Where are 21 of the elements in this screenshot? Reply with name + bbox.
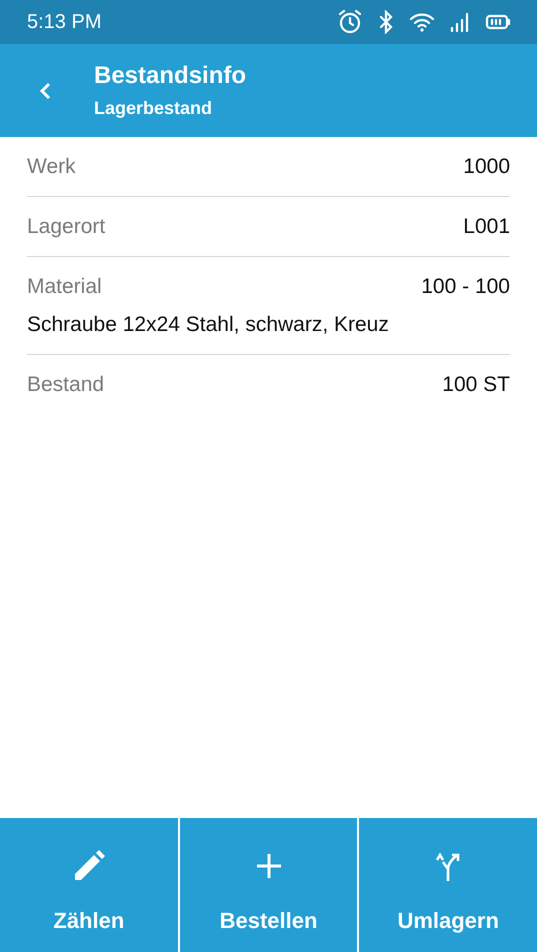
battery-icon xyxy=(485,13,511,31)
field-value: 100 - 100 xyxy=(421,275,510,299)
screen-title: Bestandsinfo xyxy=(94,62,246,90)
field-label: Werk xyxy=(27,155,76,179)
field-label: Lagerort xyxy=(27,215,106,239)
action-button[interactable]: Zählen xyxy=(0,818,178,952)
alarm-clock-icon xyxy=(337,9,363,35)
material-description: Schraube 12x24 Stahl, schwarz, Kreuz xyxy=(27,313,390,337)
bluetooth-icon xyxy=(377,10,395,34)
plus-icon xyxy=(256,853,282,879)
status-time: 5:13 PM xyxy=(27,10,102,34)
field-value: 100 ST xyxy=(442,373,510,397)
wifi-icon xyxy=(409,12,435,32)
action-button[interactable]: Umlagern xyxy=(359,818,537,952)
field-label: Bestand xyxy=(27,373,104,397)
screen-subtitle: Lagerbestand xyxy=(94,98,214,119)
field-label: Material xyxy=(27,275,102,299)
field-value: L001 xyxy=(463,215,510,239)
action-button[interactable]: Bestellen xyxy=(180,818,358,952)
field-value: 1000 xyxy=(463,155,510,179)
signal-icon xyxy=(449,11,471,33)
